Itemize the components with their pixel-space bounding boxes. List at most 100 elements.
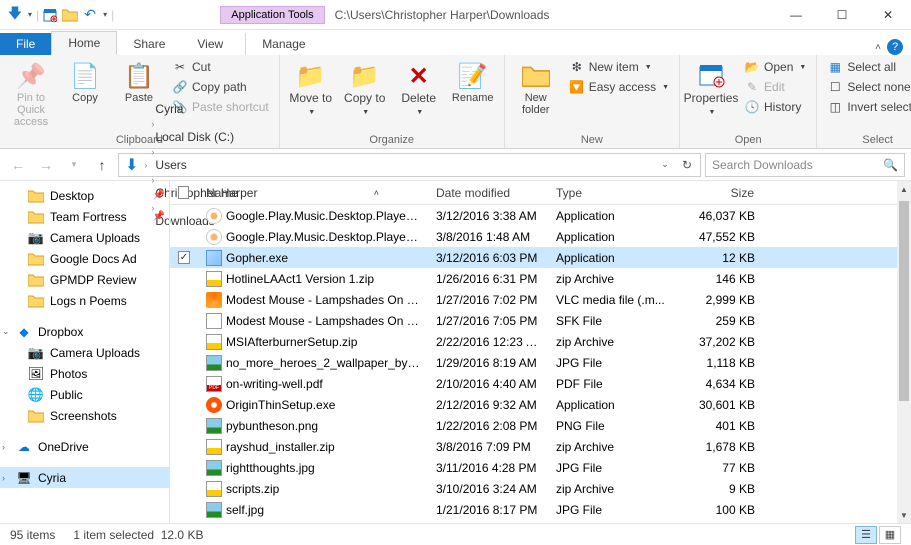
tree-item[interactable]: Screenshots — [0, 405, 169, 426]
tree-item[interactable]: Logs n Poems — [0, 290, 169, 311]
select-all-checkbox[interactable] — [178, 186, 189, 199]
file-row[interactable]: Gopher.exe3/12/2016 6:03 PMApplication12… — [170, 247, 911, 268]
tree-item[interactable]: 🖼Photos — [0, 363, 169, 384]
breadcrumb-segment[interactable]: Local Disk (C:) — [149, 130, 263, 144]
maximize-button[interactable]: ☐ — [819, 0, 865, 30]
tree-item-label: Team Fortress — [50, 210, 127, 224]
back-arrow-icon[interactable]: 🡇 — [6, 6, 24, 24]
file-row[interactable]: rayshud_installer.zip3/8/2016 7:09 PMzip… — [170, 436, 911, 457]
nav-up-button[interactable]: ↑ — [90, 153, 114, 177]
breadcrumb-segment[interactable]: Users — [149, 158, 263, 172]
select-none-button[interactable]: ☐Select none — [823, 78, 911, 96]
tab-manage[interactable]: Manage — [245, 33, 321, 55]
undo-icon[interactable]: ↶ — [81, 6, 99, 24]
file-exe-icon — [206, 250, 222, 266]
delete-button[interactable]: ✕Delete ▼ — [394, 58, 444, 119]
icons-view-button[interactable]: ▦ — [879, 526, 901, 544]
row-checkbox[interactable] — [178, 251, 190, 264]
scroll-up-icon[interactable]: ▲ — [897, 181, 911, 197]
scroll-thumb[interactable] — [899, 201, 909, 401]
file-pdf-icon — [206, 376, 222, 392]
ribbon-collapse-icon[interactable]: ˄ — [875, 42, 881, 53]
column-headers[interactable]: Name˄ Date modified Type Size — [170, 181, 911, 205]
file-row[interactable]: MSIAfterburnerSetup.zip2/22/2016 12:23 A… — [170, 331, 911, 352]
file-row[interactable]: scripts.zip3/10/2016 3:24 AMzip Archive9… — [170, 478, 911, 499]
file-zip-icon — [206, 439, 222, 455]
tree-item[interactable]: 📷Camera Uploads — [0, 342, 169, 363]
tree-item-label: Google Docs Ad — [50, 252, 137, 266]
file-doc-icon — [206, 313, 222, 329]
tree-item[interactable]: Desktop📌 — [0, 185, 169, 206]
minimize-button[interactable]: — — [773, 0, 819, 30]
tab-view[interactable]: View — [181, 33, 239, 55]
tree-item[interactable]: Team Fortress📌 — [0, 206, 169, 227]
properties-icon[interactable] — [41, 6, 59, 24]
file-date: 1/21/2016 8:17 PM — [428, 503, 548, 517]
nav-forward-button[interactable]: → — [34, 153, 58, 177]
vertical-scrollbar[interactable]: ▲ ▼ — [897, 181, 911, 523]
rename-button[interactable]: 📝Rename — [448, 58, 498, 106]
tree-item[interactable]: 📷Camera Uploads — [0, 227, 169, 248]
file-row[interactable]: self.jpg1/21/2016 8:17 PMJPG File100 KB — [170, 499, 911, 520]
search-input[interactable]: Search Downloads 🔍 — [705, 153, 905, 177]
cut-button[interactable]: ✂Cut — [168, 58, 273, 76]
properties-button[interactable]: Properties ▼ — [686, 58, 736, 119]
nav-recent-dropdown[interactable]: ▾ — [62, 153, 86, 177]
file-row[interactable]: rightthoughts.jpg3/11/2016 4:28 PMJPG Fi… — [170, 457, 911, 478]
pin-quick-access-button[interactable]: 📌Pin to Quick access — [6, 58, 56, 130]
file-row[interactable]: on-writing-well.pdf2/10/2016 4:40 AMPDF … — [170, 373, 911, 394]
file-row[interactable]: HotlineLAAct1 Version 1.zip1/26/2016 6:3… — [170, 268, 911, 289]
tree-item[interactable]: Google Docs Ad — [0, 248, 169, 269]
paste-button[interactable]: 📋Paste — [114, 58, 164, 106]
qat-dropdown[interactable]: ▾ — [26, 10, 34, 19]
edit-button[interactable]: ✎Edit — [740, 78, 810, 96]
open-button[interactable]: 📂Open▼ — [740, 58, 810, 76]
qat-customize[interactable]: ▾ — [101, 10, 109, 19]
easy-access-button[interactable]: 🔽Easy access▼ — [565, 78, 673, 96]
help-icon[interactable]: ? — [887, 39, 903, 55]
scroll-down-icon[interactable]: ▼ — [897, 507, 911, 523]
file-date: 3/12/2016 3:38 AM — [428, 209, 548, 223]
new-folder-icon[interactable] — [61, 6, 79, 24]
tab-file[interactable]: File — [0, 33, 51, 55]
folder-icon — [28, 251, 44, 267]
navigation-tree[interactable]: Desktop📌Team Fortress📌📷Camera UploadsGoo… — [0, 181, 170, 523]
file-row[interactable]: no_more_heroes_2_wallpaper_by_hylia...1/… — [170, 352, 911, 373]
breadcrumb-segment[interactable]: Cyria — [149, 102, 263, 116]
file-date: 1/29/2016 8:19 AM — [428, 356, 548, 370]
move-to-button[interactable]: 📁Move to ▼ — [286, 58, 336, 119]
tab-share[interactable]: Share — [117, 33, 181, 55]
file-row[interactable]: pybuntheson.png1/22/2016 2:08 PMPNG File… — [170, 415, 911, 436]
col-date: Date modified — [428, 186, 548, 200]
tab-home[interactable]: Home — [51, 31, 117, 55]
file-row[interactable]: Modest Mouse - Lampshades On Fire ...1/2… — [170, 289, 911, 310]
copy-path-button[interactable]: 🔗Copy path — [168, 78, 273, 96]
refresh-button[interactable]: ↻ — [676, 158, 698, 172]
history-button[interactable]: 🕓History — [740, 98, 810, 116]
file-row[interactable]: Modest Mouse - Lampshades On Fire ...1/2… — [170, 310, 911, 331]
tree-item[interactable]: GPMDP Review — [0, 269, 169, 290]
tree-dropbox[interactable]: ⌄◆Dropbox — [0, 321, 169, 342]
details-view-button[interactable]: ☰ — [855, 526, 877, 544]
file-date: 1/27/2016 7:02 PM — [428, 293, 548, 307]
file-row[interactable]: Google.Play.Music.Desktop.Player.x86....… — [170, 226, 911, 247]
tree-item[interactable]: 🌐Public — [0, 384, 169, 405]
file-size: 1,118 KB — [673, 356, 763, 370]
address-dropdown[interactable]: ⌄ — [654, 158, 676, 172]
copy-to-button[interactable]: 📁Copy to ▼ — [340, 58, 390, 119]
file-type: JPG File — [548, 461, 673, 475]
file-row[interactable]: OriginThinSetup.exe2/12/2016 9:32 AMAppl… — [170, 394, 911, 415]
ribbon-tabs: File Home Share View Manage ˄ ? — [0, 30, 911, 55]
new-item-button[interactable]: ❇New item▼ — [565, 58, 673, 76]
tree-onedrive[interactable]: ›☁OneDrive — [0, 436, 169, 457]
file-row[interactable]: Google.Play.Music.Desktop.Player.x86....… — [170, 205, 911, 226]
select-all-button[interactable]: ▦Select all — [823, 58, 911, 76]
new-folder-button[interactable]: New folder — [511, 58, 561, 118]
address-icon: ⬇ — [121, 155, 142, 175]
copy-button[interactable]: 📄Copy — [60, 58, 110, 106]
tree-this-pc[interactable]: ›🖥Cyria — [0, 467, 169, 488]
address-bar[interactable]: ⬇ › Cyria›Local Disk (C:)›Users›Christop… — [118, 153, 701, 177]
invert-selection-button[interactable]: ◫Invert selection — [823, 98, 911, 116]
close-button[interactable]: ✕ — [865, 0, 911, 30]
nav-back-button[interactable]: ← — [6, 153, 30, 177]
